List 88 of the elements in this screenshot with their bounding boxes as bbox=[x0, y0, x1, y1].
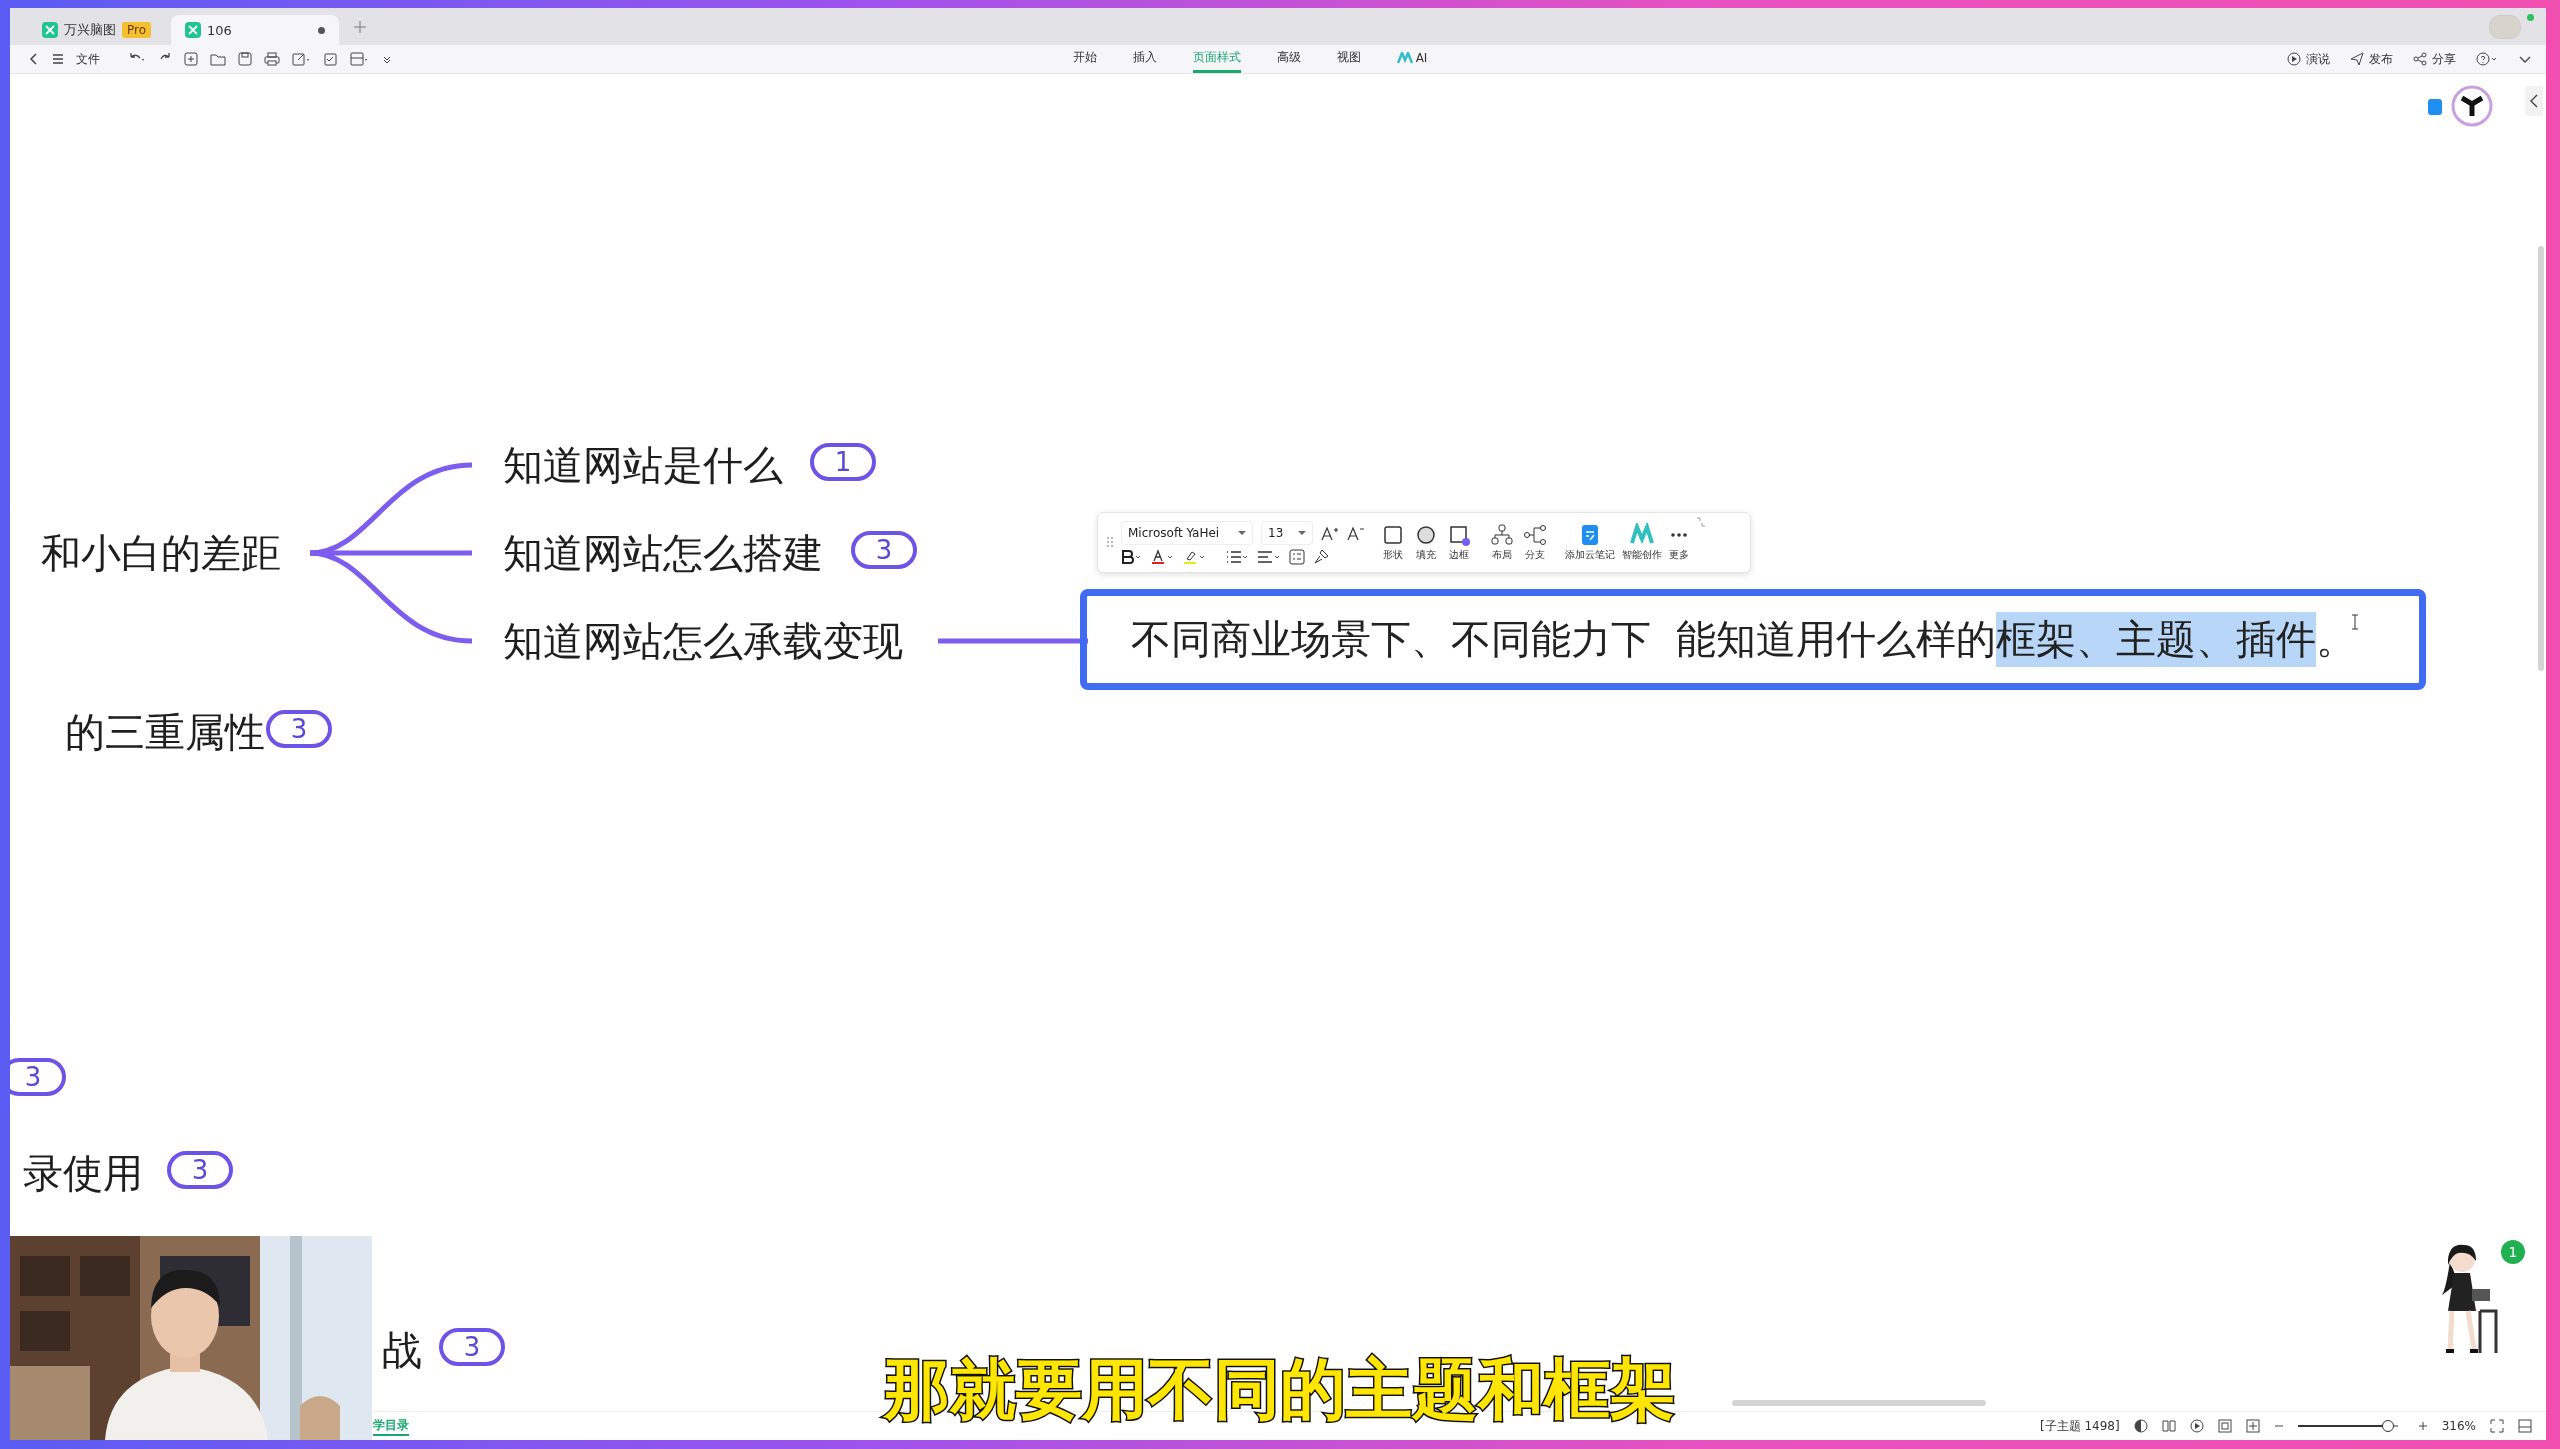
paper-plane-icon bbox=[2350, 52, 2364, 66]
count-badge[interactable]: 1 bbox=[810, 443, 876, 481]
more-caret-icon[interactable] bbox=[382, 54, 392, 64]
topic-count: [子主题 1498] bbox=[2039, 1417, 2120, 1435]
ribbon-tab[interactable]: 插入 bbox=[1132, 45, 1157, 73]
document-tab[interactable]: 万兴脑图 Pro bbox=[28, 15, 166, 45]
online-dot-icon bbox=[2527, 14, 2534, 21]
format-painter-icon[interactable] bbox=[1313, 548, 1329, 565]
numbered-list-icon[interactable] bbox=[1225, 548, 1249, 565]
play-icon[interactable] bbox=[2189, 1419, 2204, 1433]
save-icon[interactable] bbox=[238, 52, 252, 66]
pro-badge: Pro bbox=[122, 22, 152, 38]
present-button[interactable]: 演说 bbox=[2287, 50, 2330, 68]
increase-font-icon[interactable] bbox=[1321, 524, 1339, 541]
topic-node[interactable]: 录使用 bbox=[23, 1145, 143, 1201]
zoom-in-icon[interactable] bbox=[2417, 1421, 2428, 1431]
folder-icon[interactable] bbox=[210, 52, 226, 66]
zoom-reading[interactable]: 316% bbox=[2441, 1419, 2476, 1433]
publish-button[interactable]: 发布 bbox=[2350, 50, 2393, 68]
ai-logo-icon bbox=[1396, 51, 1413, 64]
layout-icon bbox=[1489, 523, 1515, 547]
count-badge[interactable]: 3 bbox=[266, 710, 332, 748]
share-icon bbox=[2413, 52, 2427, 66]
border-tool-button[interactable]: 边框 bbox=[1446, 523, 1472, 562]
app-logo-icon bbox=[42, 22, 58, 38]
ribbon-tab[interactable]: 开始 bbox=[1072, 45, 1097, 73]
font-size-dropdown[interactable]: 13 bbox=[1261, 520, 1313, 545]
document-tab[interactable]: 106 bbox=[171, 15, 340, 45]
vertical-scrollbar[interactable] bbox=[2538, 246, 2544, 671]
share-button[interactable]: 分享 bbox=[2413, 50, 2456, 68]
drag-handle-icon[interactable] bbox=[1106, 535, 1114, 550]
fullscreen-icon[interactable] bbox=[2490, 1419, 2504, 1433]
horizontal-scrollbar[interactable] bbox=[1732, 1400, 1986, 1406]
bold-icon[interactable] bbox=[1121, 548, 1143, 565]
checklist-icon[interactable] bbox=[1289, 548, 1305, 565]
print-icon[interactable] bbox=[264, 52, 280, 66]
theme-icon[interactable] bbox=[2133, 1419, 2148, 1433]
ribbon-tab[interactable]: AI bbox=[1396, 46, 1428, 72]
play-icon bbox=[2287, 52, 2301, 66]
chevron-left-icon bbox=[2529, 93, 2539, 109]
topic-node[interactable]: 知道网站怎么搭建 bbox=[503, 525, 823, 581]
file-menu[interactable]: 文件 bbox=[76, 50, 100, 68]
checklist-icon[interactable] bbox=[324, 52, 338, 66]
layout-tool-button[interactable]: 布局 bbox=[1489, 523, 1515, 562]
add-topic-icon[interactable] bbox=[184, 52, 198, 66]
topic-node[interactable]: 战 bbox=[382, 1322, 422, 1378]
shape-tool-button[interactable]: 形状 bbox=[1380, 523, 1406, 562]
count-badge[interactable]: 3 bbox=[851, 531, 917, 569]
ribbon-tab[interactable]: 视图 bbox=[1336, 45, 1361, 73]
export-icon[interactable] bbox=[292, 52, 312, 66]
font-color-icon[interactable] bbox=[1151, 548, 1175, 565]
decrease-font-icon[interactable] bbox=[1347, 524, 1365, 541]
book-icon[interactable] bbox=[2161, 1419, 2176, 1433]
selected-topic-node[interactable]: 不同商业场景下、不同能力下 能知道用什么样的框架、主题、插件。 bbox=[1080, 589, 2426, 690]
fill-tool-button[interactable]: 填充 bbox=[1413, 523, 1439, 562]
note-tool-button[interactable]: 添加云笔记 bbox=[1565, 523, 1615, 562]
back-icon[interactable] bbox=[28, 52, 40, 66]
center-icon[interactable] bbox=[2245, 1419, 2260, 1433]
side-panel-toggle[interactable] bbox=[2525, 86, 2543, 116]
count-badge[interactable]: 3 bbox=[10, 1058, 66, 1096]
ribbon-tab[interactable]: 高级 bbox=[1276, 45, 1301, 73]
branch-tool-button[interactable]: 分支 bbox=[1522, 523, 1548, 562]
topic-node[interactable]: 知道网站是什么 bbox=[503, 437, 783, 493]
video-subtitle: 那就要用不同的主题和框架 bbox=[884, 1350, 1676, 1430]
align-icon[interactable] bbox=[1257, 548, 1281, 565]
topic-node[interactable]: 和小白的差距 bbox=[41, 525, 281, 581]
more-icon bbox=[1671, 533, 1687, 537]
unsaved-dot-icon bbox=[318, 26, 326, 34]
user-avatar[interactable] bbox=[2450, 84, 2494, 128]
collapse-chevron-icon[interactable] bbox=[2518, 54, 2532, 64]
ai-tool-button[interactable]: 智能创作 bbox=[1622, 523, 1662, 562]
topic-node[interactable]: 知道网站怎么承载变现 bbox=[503, 613, 903, 669]
app-logo-icon bbox=[185, 22, 202, 38]
help-icon[interactable] bbox=[2476, 52, 2498, 66]
fit-icon[interactable] bbox=[2217, 1419, 2232, 1433]
count-badge[interactable]: 3 bbox=[439, 1328, 505, 1366]
template-icon[interactable] bbox=[350, 52, 370, 66]
topic-node[interactable]: 的三重属性 bbox=[65, 704, 265, 760]
count-badge[interactable]: 3 bbox=[167, 1151, 233, 1189]
branch-icon bbox=[1522, 523, 1548, 547]
menu-icon[interactable] bbox=[52, 53, 64, 65]
font-dropdown[interactable]: Microsoft YaHei bbox=[1121, 520, 1253, 545]
tab-label: 106 bbox=[207, 22, 232, 38]
notification-badge: 1 bbox=[2501, 1240, 2525, 1264]
more-tool-button[interactable]: 更多 bbox=[1669, 523, 1689, 562]
panel-icon[interactable] bbox=[2518, 1419, 2532, 1433]
text-cursor-icon bbox=[2351, 614, 2359, 630]
tab-label: 万兴脑图 bbox=[64, 21, 116, 39]
